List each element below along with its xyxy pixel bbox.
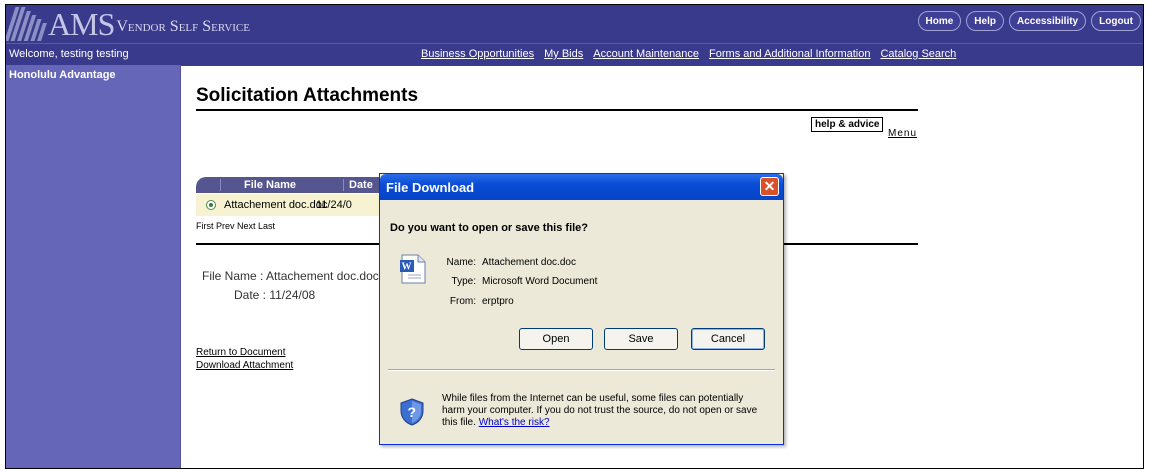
type-value: Microsoft Word Document <box>482 276 598 287</box>
home-button[interactable]: Home <box>917 11 962 31</box>
nav-link-account-maintenance[interactable]: Account Maintenance <box>593 48 699 60</box>
dialog-title: File Download <box>386 180 475 195</box>
cancel-button[interactable]: Cancel <box>691 328 765 350</box>
save-button[interactable]: Save <box>604 328 678 350</box>
nav-links: Business Opportunities My Bids Account M… <box>421 48 956 60</box>
page-title: Solicitation Attachments <box>196 85 419 106</box>
logout-button[interactable]: Logout <box>1091 11 1141 31</box>
menu-link[interactable]: Menu <box>888 128 917 139</box>
download-attachment-link[interactable]: Download Attachment <box>196 360 293 371</box>
logo-tagline: Vendor Self Service <box>116 18 250 35</box>
name-label: Name: <box>446 257 476 268</box>
type-label: Type: <box>451 276 476 287</box>
dialog-divider <box>388 369 775 371</box>
close-icon[interactable]: ✕ <box>760 177 779 196</box>
table-row[interactable]: Attachement doc.doc 11/24/0 <box>196 194 386 216</box>
detail-date: Date : 11/24/08 <box>234 288 316 302</box>
column-divider <box>343 179 344 191</box>
help-advice-button[interactable]: help & advice <box>811 117 884 132</box>
column-header-file-name[interactable]: File Name <box>244 179 296 191</box>
header-bar: AMS Vendor Self Service Home Help Access… <box>6 5 1143 43</box>
cell-date: 11/24/0 <box>316 199 352 211</box>
welcome-text: Welcome, testing testing <box>9 48 129 60</box>
nav-link-business-opportunities[interactable]: Business Opportunities <box>421 48 534 60</box>
browser-page: AMS Vendor Self Service Home Help Access… <box>5 4 1144 469</box>
open-button[interactable]: Open <box>519 328 593 350</box>
from-value: erptpro <box>482 296 514 307</box>
sidebar: Honolulu Advantage <box>6 65 181 468</box>
top-buttons: Home Help Accessibility Logout <box>917 11 1141 31</box>
logo-text: AMS <box>48 6 115 42</box>
dialog-question: Do you want to open or save this file? <box>390 222 589 234</box>
svg-text:?: ? <box>408 404 417 420</box>
row-select-radio[interactable] <box>206 200 216 210</box>
ams-logo: AMS Vendor Self Service <box>6 6 250 42</box>
name-value: Attachement doc.doc <box>482 257 576 268</box>
from-label: From: <box>449 296 476 307</box>
nav-link-catalog-search[interactable]: Catalog Search <box>880 48 956 60</box>
column-header-date[interactable]: Date <box>349 179 373 191</box>
sidebar-title[interactable]: Honolulu Advantage <box>9 69 116 81</box>
column-divider <box>220 179 221 191</box>
file-download-dialog: File Download ✕ Do you want to open or s… <box>379 173 784 445</box>
shield-question-icon: ? <box>400 398 424 426</box>
dialog-warning: While files from the Internet can be use… <box>442 393 767 429</box>
nav-bar: Welcome, testing testing Business Opport… <box>6 43 1143 66</box>
return-to-document-link[interactable]: Return to Document <box>196 347 286 358</box>
whats-the-risk-link[interactable]: What's the risk? <box>479 417 550 428</box>
accessibility-button[interactable]: Accessibility <box>1008 11 1087 31</box>
nav-link-forms[interactable]: Forms and Additional Information <box>709 48 870 60</box>
pager[interactable]: First Prev Next Last <box>196 221 275 231</box>
title-divider <box>196 109 918 111</box>
help-button[interactable]: Help <box>966 11 1004 31</box>
dialog-title-bar[interactable]: File Download ✕ <box>380 174 783 200</box>
attachments-table-header: File Name Date <box>196 177 386 193</box>
nav-link-my-bids[interactable]: My Bids <box>544 48 583 60</box>
cell-file-name: Attachement doc.doc <box>224 199 328 211</box>
detail-file-name: File Name : Attachement doc.doc <box>202 269 379 283</box>
